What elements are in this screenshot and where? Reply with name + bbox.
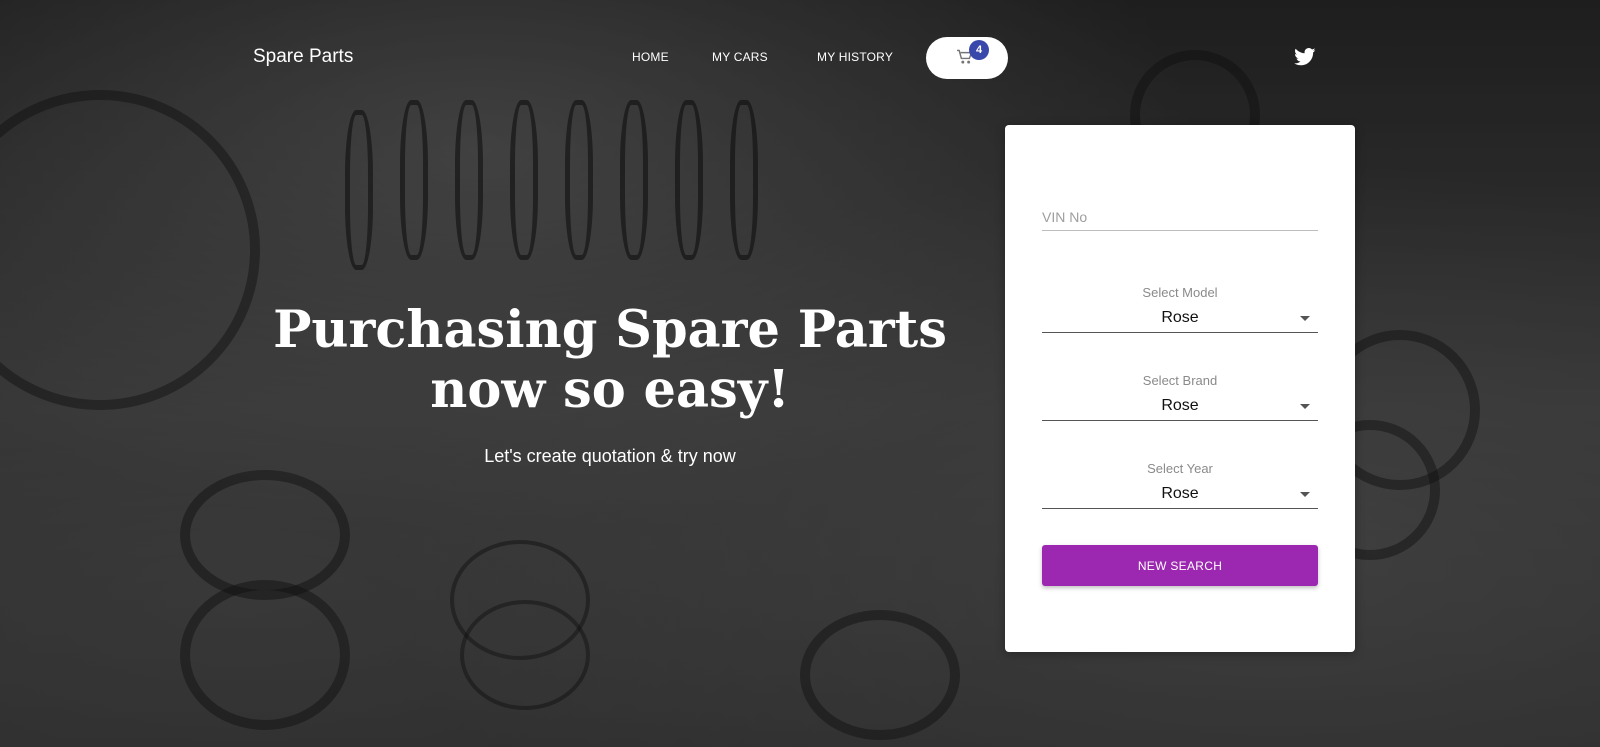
top-navbar: Spare Parts HOME MY CARS MY HISTORY 4	[0, 0, 1600, 115]
brand-select-label: Select Brand	[1142, 373, 1218, 388]
search-form-card: Select Model Rose Select Brand Rose Sele…	[1005, 125, 1355, 652]
new-search-button[interactable]: NEW SEARCH	[1042, 545, 1318, 586]
chevron-down-icon	[1300, 404, 1310, 409]
hero-headline: Purchasing Spare Parts now so easy!	[260, 300, 960, 420]
nav-link-my-cars[interactable]: MY CARS	[712, 50, 768, 64]
brand-select-group: Select Brand Rose	[1042, 373, 1318, 421]
year-select[interactable]: Rose	[1042, 481, 1318, 509]
model-select-value: Rose	[1161, 309, 1199, 326]
cart-button[interactable]: 4	[926, 37, 1008, 79]
cart-count-badge: 4	[969, 40, 989, 60]
twitter-icon[interactable]	[1294, 48, 1316, 66]
chevron-down-icon	[1300, 316, 1310, 321]
chevron-down-icon	[1300, 492, 1310, 497]
hero-subline: Let's create quotation & try now	[484, 446, 736, 466]
model-select-label: Select Model	[1142, 285, 1218, 300]
brand-select[interactable]: Rose	[1042, 393, 1318, 421]
model-select-group: Select Model Rose	[1042, 285, 1318, 333]
year-select-label: Select Year	[1147, 461, 1213, 476]
vin-input[interactable]	[1042, 205, 1318, 229]
model-select[interactable]: Rose	[1042, 305, 1318, 333]
brand-title[interactable]: Spare Parts	[253, 46, 353, 68]
nav-link-home[interactable]: HOME	[632, 50, 669, 64]
brand-select-value: Rose	[1161, 397, 1199, 414]
nav-link-my-history[interactable]: MY HISTORY	[817, 50, 893, 64]
headline-line-1: Purchasing Spare Parts	[273, 300, 947, 360]
vin-field	[1042, 205, 1318, 231]
year-select-group: Select Year Rose	[1042, 461, 1318, 509]
year-select-value: Rose	[1161, 485, 1199, 502]
headline-line-2: now so easy!	[430, 360, 790, 420]
